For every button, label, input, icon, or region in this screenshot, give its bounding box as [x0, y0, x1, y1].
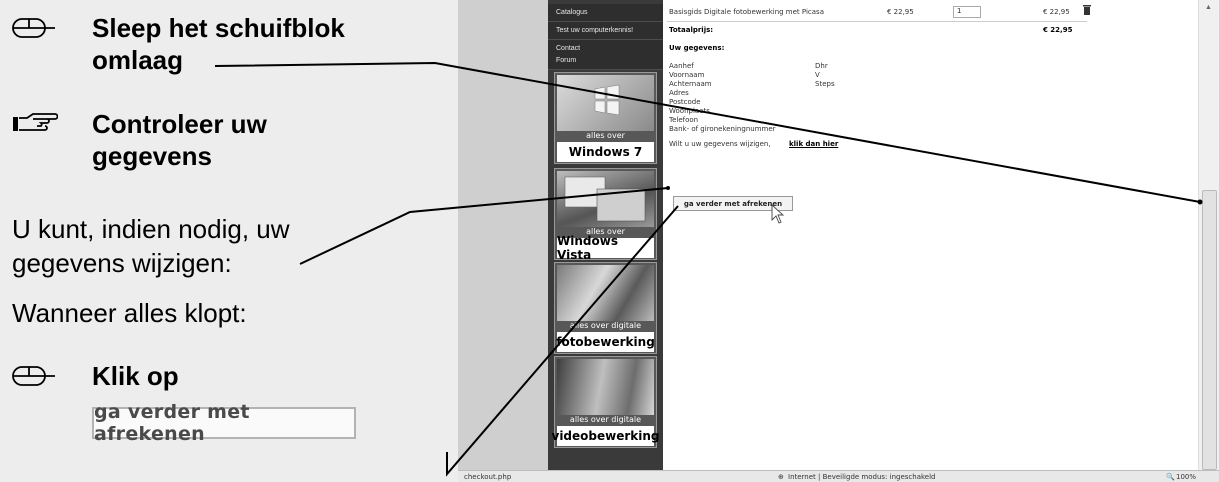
status-url: checkout.php	[464, 473, 512, 481]
continue-button-sample: ga verder met afrekenen	[92, 401, 356, 445]
label-adres: Adres	[669, 89, 689, 97]
browser-screenshot: Catalogus Test uw computerkennis! Contac…	[458, 0, 1219, 482]
site-sidebar: Catalogus Test uw computerkennis! Contac…	[548, 0, 663, 470]
tile-fotobewerking[interactable]: alles over digitale fotobewerking	[554, 262, 657, 354]
details-heading: Uw gegevens:	[669, 44, 725, 52]
zoom-icon[interactable]: 🔍	[1166, 473, 1175, 481]
confirm-info-text: Wanneer alles klopt:	[12, 298, 247, 328]
checkout-content: Basisgids Digitale fotobewerking met Pic…	[663, 0, 1193, 470]
label-aanhef: Aanhef	[669, 62, 694, 70]
status-zoom[interactable]: 100%	[1176, 473, 1196, 481]
step-scroll-text: Sleep het schuifblok omlaag	[92, 13, 345, 75]
step-check: Controleer uw gegevens	[12, 108, 352, 172]
windows-logo-image	[557, 75, 654, 131]
status-zone: Internet | Beveiligde modus: ingeschakel…	[788, 473, 936, 481]
change-info-text: U kunt, indien nodig, uw gegevens wijzig…	[12, 214, 290, 278]
vertical-scrollbar[interactable]: ▲	[1198, 0, 1219, 470]
sidebar-item-test[interactable]: Test uw computerkennis!	[548, 22, 663, 40]
cursor-icon	[771, 203, 785, 226]
pointing-hand-icon	[12, 108, 92, 140]
line-total: € 22,95	[1043, 8, 1070, 16]
photos-image	[557, 265, 654, 321]
label-achternaam: Achternaam	[669, 80, 712, 88]
label-bank: Bank- of gironekeningnummer	[669, 125, 776, 133]
scroll-up-icon[interactable]: ▲	[1205, 4, 1212, 11]
tile-tag: alles over	[586, 131, 625, 140]
instruction-panel: Sleep het schuifblok omlaag Controleer u…	[0, 0, 458, 482]
total-price: € 22,95	[1043, 26, 1073, 34]
label-postcode: Postcode	[669, 98, 701, 106]
tile-videobewerking[interactable]: alles over digitale videobewerking	[552, 356, 660, 448]
camera-image	[557, 359, 654, 415]
mouse-icon	[12, 360, 92, 392]
label-voornaam: Voornaam	[669, 71, 705, 79]
value-achternaam: Steps	[815, 80, 835, 88]
mouse-icon	[12, 12, 92, 44]
step-check-text: Controleer uw gegevens	[92, 109, 267, 171]
tile-name: fotobewerking	[556, 332, 655, 352]
trash-icon[interactable]	[1083, 5, 1091, 17]
scrollbar-thumb[interactable]	[1202, 190, 1217, 470]
value-aanhef: Dhr	[815, 62, 828, 70]
value-voornaam: V	[815, 71, 820, 79]
tile-tag: alles over digitale	[569, 415, 642, 424]
tile-name: videobewerking	[552, 426, 660, 446]
sidebar-item-forum[interactable]: Forum	[548, 52, 663, 70]
tile-windows-vista[interactable]: alles over Windows Vista	[554, 168, 657, 262]
tile-windows-7[interactable]: alles over Windows 7	[554, 72, 657, 164]
change-details-text: Wilt u uw gegevens wijzigen,	[669, 140, 771, 148]
label-woonplaats: Woonplaats	[669, 107, 710, 115]
status-bar: checkout.php ⊕ Internet | Beveiligde mod…	[458, 470, 1219, 482]
label-telefoon: Telefoon	[669, 116, 699, 124]
step-click: Klik op	[12, 360, 179, 392]
sidebar-item-catalogus[interactable]: Catalogus	[548, 4, 663, 22]
product-price: € 22,95	[887, 8, 914, 16]
divider	[667, 21, 1087, 22]
total-label: Totaalprijs:	[669, 26, 714, 34]
vista-screenshot-image	[557, 171, 654, 227]
step-click-text: Klik op	[92, 361, 179, 391]
quantity-input[interactable]: 1	[953, 6, 981, 18]
tile-tag: alles over digitale	[569, 321, 642, 330]
page-background	[458, 0, 548, 470]
change-details-link[interactable]: klik dan hier	[789, 140, 838, 148]
product-name: Basisgids Digitale fotobewerking met Pic…	[669, 8, 824, 16]
globe-icon: ⊕	[778, 473, 784, 481]
tile-name: Windows Vista	[557, 234, 654, 262]
step-scroll: Sleep het schuifblok omlaag	[12, 12, 412, 76]
tile-name: Windows 7	[557, 142, 654, 162]
